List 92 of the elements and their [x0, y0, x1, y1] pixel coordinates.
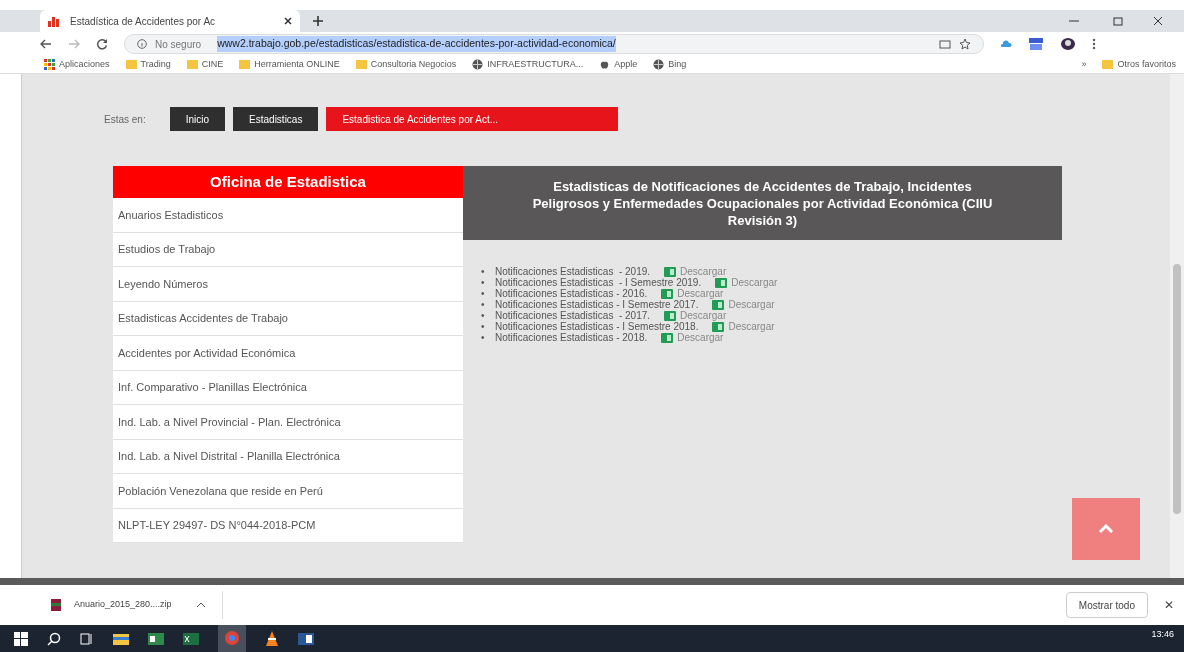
- list-text: Notificaciones Estadisticas - 2016.: [495, 287, 648, 300]
- bookmark-label[interactable]: Otros favoritos: [1117, 57, 1176, 72]
- folder-icon: [125, 59, 137, 70]
- scrollbar-thumb[interactable]: [1173, 264, 1181, 514]
- bullet: •: [481, 287, 486, 301]
- store-icon[interactable]: [1028, 37, 1044, 51]
- more-bookmarks[interactable]: »: [1081, 57, 1087, 72]
- sidebar-link[interactable]: Anuarios Estadisticos: [113, 198, 463, 233]
- globe-icon: [653, 59, 665, 70]
- sidebar-link[interactable]: Accidentes por Actividad Económica: [113, 336, 463, 371]
- close-icon[interactable]: [284, 17, 292, 25]
- bookmark-label[interactable]: Bing: [668, 57, 687, 72]
- list-text: Notificaciones Estadisticas - 2018.: [495, 331, 648, 345]
- file-name: Anuario_2015_280....zip: [74, 598, 172, 612]
- list-text: Notificaciones Estadisticas - I Semestre 2018.: [495, 321, 699, 333]
- sidebar-link[interactable]: Ind. Lab. a Nivel Provincial - Plan. Electrónica: [113, 405, 463, 440]
- close-icon[interactable]: [1152, 15, 1164, 27]
- close-button[interactable]: ✕: [1164, 596, 1174, 614]
- info-icon: [137, 39, 147, 49]
- list-text: Notificaciones Estadisticas - I Semestre 2017.: [495, 299, 699, 311]
- folder-icon: [1102, 59, 1114, 70]
- bullet: •: [481, 320, 486, 334]
- bookmark-label[interactable]: Apple: [614, 57, 638, 72]
- document-app-icon[interactable]: [298, 631, 314, 646]
- bookmark-label[interactable]: INFRAESTRUCTURA...: [487, 57, 584, 72]
- spreadsheet-icon: [712, 299, 725, 310]
- spreadsheet-icon: [715, 277, 728, 288]
- bookmark-label[interactable]: Trading: [140, 57, 171, 72]
- tabs-icon[interactable]: [939, 39, 951, 49]
- bullet: •: [481, 265, 486, 279]
- apps-icon: [44, 59, 55, 70]
- traffic-cone-icon[interactable]: [265, 630, 279, 647]
- sidebar-link[interactable]: Población Venezolana que reside en Perú: [113, 474, 463, 509]
- list-text: Notificaciones Estadisticas - 2019.: [495, 265, 651, 278]
- tab-title: Estadística de Accidentes por Ac: [70, 14, 217, 29]
- bullet: •: [481, 298, 486, 312]
- breadcrumb-link[interactable]: Inicio: [169, 107, 226, 131]
- sidebar-link[interactable]: NLPT-LEY 29497- DS N°044-2018-PCM: [113, 508, 463, 543]
- sidebar-link[interactable]: Estadisticas Accidentes de Trabajo: [113, 301, 463, 336]
- clock-time: 13:46: [1151, 628, 1174, 641]
- bookmark-label[interactable]: Aplicaciones: [59, 57, 110, 72]
- browser-tab[interactable]: Estadística de Accidentes por Ac: [40, 10, 300, 32]
- sidebar-link[interactable]: Estudios de Trabajo: [113, 232, 463, 267]
- caret-icon: [195, 602, 206, 608]
- new-tab-icon[interactable]: [312, 15, 324, 27]
- task-view-icon[interactable]: [80, 631, 94, 646]
- archive-icon: [50, 598, 62, 612]
- globe-icon: [472, 59, 484, 70]
- address-bar[interactable]: No seguro www2.trabajo.gob.pe/estadisticas/estadistica-de-accidentes-por-actividad-economica/: [124, 34, 984, 54]
- folder-icon: [355, 59, 367, 70]
- bullet: •: [481, 331, 486, 345]
- reload-icon[interactable]: [96, 38, 108, 50]
- folder-icon: [239, 59, 251, 70]
- bookmark-label[interactable]: Consultoria Negocios: [370, 57, 457, 72]
- breadcrumb-link[interactable]: Estadistica de Accidentes por Act...: [326, 107, 619, 131]
- folder-icon: [186, 59, 198, 70]
- spreadsheet-icon: [664, 310, 677, 321]
- sidebar-link[interactable]: Inf. Comparativo - Planillas Electrónica: [113, 370, 463, 405]
- spreadsheet-icon: [664, 266, 677, 277]
- windows-icon[interactable]: [14, 631, 28, 646]
- bar-chart-icon: [48, 15, 62, 27]
- show-all-button[interactable]: Mostrar todo: [1065, 592, 1148, 618]
- spreadsheet-icon: [661, 288, 674, 299]
- menu-icon[interactable]: [1092, 38, 1096, 50]
- download-item[interactable]: Anuario_2015_280....zip: [50, 591, 223, 619]
- project-app-icon[interactable]: [148, 631, 164, 646]
- profile-icon[interactable]: [1060, 37, 1076, 51]
- back-icon[interactable]: [40, 39, 52, 49]
- bullet: •: [481, 276, 486, 290]
- spreadsheet-icon: [712, 321, 725, 332]
- cloud-icon[interactable]: [1000, 40, 1012, 48]
- breadcrumb-link[interactable]: Estadisticas: [233, 107, 319, 131]
- restore-icon[interactable]: [1112, 15, 1124, 27]
- list-text: Notificaciones Estadisticas - 2017.: [495, 309, 651, 322]
- sidebar-link[interactable]: Ind. Lab. a Nivel Distrital - Planilla Electrónica: [113, 439, 463, 474]
- spreadsheet-app-icon[interactable]: [183, 631, 199, 646]
- url-text: www2.trabajo.gob.pe/estadisticas/estadistica-de-accidentes-por-actividad-economica/: [217, 36, 616, 52]
- sidebar-link[interactable]: Leyendo Números: [113, 267, 463, 302]
- bullet: •: [481, 309, 486, 323]
- content-title: Estadisticas de Notificaciones de Accidentes de Trabajo, Incidentes Peligrosos y Enfermedades Ocupacionales por Actividad Económica (CIIU Revisión 3): [463, 166, 1062, 240]
- security-label: No seguro: [155, 37, 202, 52]
- folder-icon[interactable]: [113, 631, 129, 646]
- apple-icon: [599, 59, 611, 70]
- chevron-up-icon: [1098, 524, 1114, 534]
- list-text: Notificaciones Estadisticas - I Semestre 2019.: [495, 277, 702, 289]
- spreadsheet-icon: [661, 332, 674, 343]
- star-icon[interactable]: [959, 38, 971, 50]
- breadcrumb-label: Estas en:: [104, 112, 146, 127]
- sidebar-title: Oficina de Estadistica: [113, 166, 463, 198]
- bookmark-label[interactable]: CINE: [201, 57, 224, 72]
- bookmark-label[interactable]: Herramienta ONLINE: [254, 57, 340, 72]
- search-icon[interactable]: [47, 631, 61, 646]
